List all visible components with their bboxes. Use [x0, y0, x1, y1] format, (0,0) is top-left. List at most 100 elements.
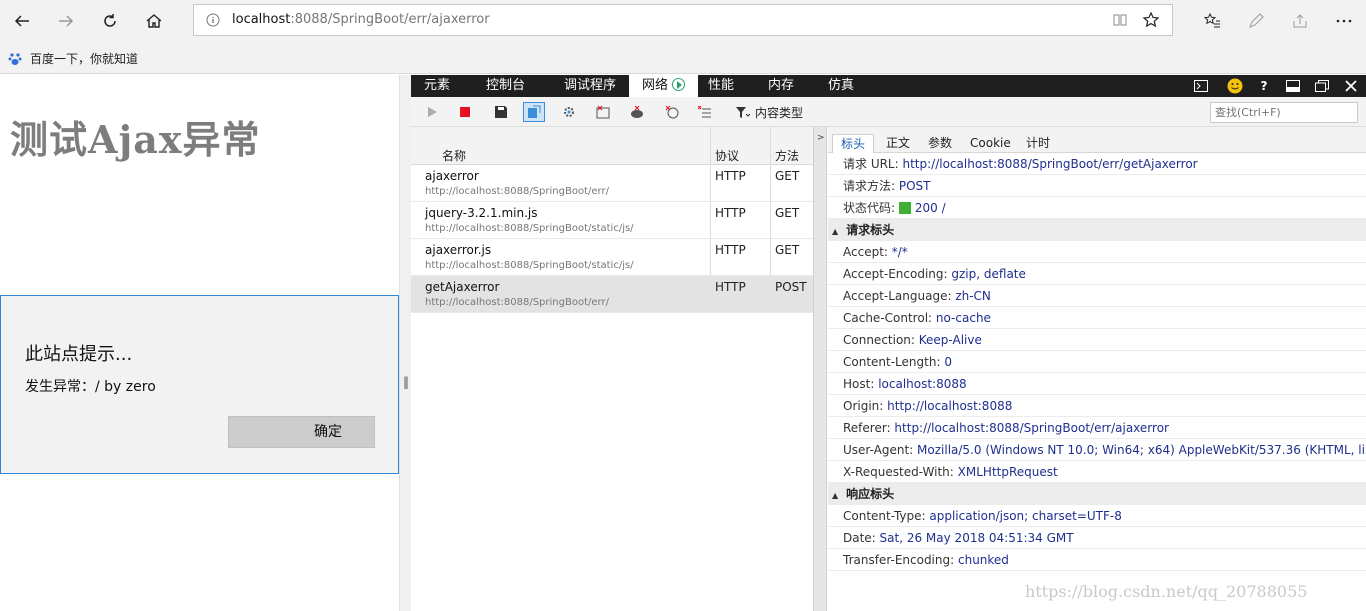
refresh-icon [104, 14, 116, 27]
column-name[interactable]: 名称 [442, 147, 466, 164]
stop-icon [460, 107, 470, 117]
ellipsis-icon [1336, 19, 1352, 23]
header-key: 请求方法: [843, 179, 899, 193]
response-headers-section[interactable]: ▲ 响应标头 [828, 483, 1366, 505]
console-toggle-icon[interactable] [1193, 78, 1209, 94]
share-icon [1293, 14, 1307, 28]
url-host: localhost [232, 12, 291, 27]
request-url: http://localhost:8088/SpringBoot/err/ [425, 297, 609, 308]
tab-elements[interactable]: 元素 [411, 75, 463, 97]
header-key: Referer: [843, 421, 895, 435]
table-row-selected[interactable]: getAjaxerror http://localhost:8088/Sprin… [411, 276, 813, 313]
page-heading: 测试Ajax异常 [10, 117, 261, 162]
details-collapse-strip[interactable]: > [814, 127, 827, 611]
clear-entries-button[interactable] [694, 102, 716, 122]
tab-network-label: 网络 [642, 78, 669, 93]
tab-network[interactable]: 网络 [629, 75, 699, 97]
more-button[interactable] [1328, 6, 1360, 36]
favorites-hub-button[interactable] [1196, 6, 1228, 36]
favorite-star-icon[interactable] [1142, 11, 1160, 32]
clear-cache-button[interactable] [592, 102, 614, 122]
header-line: Transfer-Encoding: chunked [828, 549, 1366, 571]
header-line: Origin: http://localhost:8088 [828, 395, 1366, 417]
header-line: X-Requested-With: XMLHttpRequest [828, 461, 1366, 483]
undock-icon[interactable] [1314, 78, 1330, 94]
info-icon[interactable] [206, 13, 220, 30]
find-input[interactable] [1210, 102, 1358, 123]
dialog-ok-button[interactable]: 确定 [228, 416, 375, 448]
request-list: 名称 协议 方法 ajaxerror http://localhost:8088… [411, 127, 814, 611]
header-value: 0 [944, 355, 952, 369]
share-button[interactable] [1284, 6, 1316, 36]
tab-console[interactable]: 控制台 [473, 75, 538, 97]
header-line: 请求 URL: http://localhost:8088/SpringBoot… [828, 153, 1366, 175]
forward-button[interactable] [50, 6, 82, 36]
gear-icon [564, 107, 574, 117]
start-profiling-button[interactable] [421, 102, 443, 122]
clear-cookies-button[interactable] [626, 102, 648, 122]
help-icon[interactable]: ? [1256, 78, 1272, 94]
home-button[interactable] [138, 6, 170, 36]
splitter-grip-icon[interactable]: ‖ [403, 375, 409, 389]
content-type-filter[interactable]: 内容类型 [736, 104, 803, 121]
header-value: chunked [957, 553, 1009, 567]
request-name: ajaxerror.js [425, 243, 492, 257]
header-key: Connection: [843, 333, 919, 347]
request-headers-section[interactable]: ▲ 请求标头 [828, 219, 1366, 241]
header-value: Sat, 26 May 2018 04:51:34 GMT [879, 531, 1074, 545]
header-value: http://localhost:8088 [887, 399, 1013, 413]
column-protocol[interactable]: 协议 [715, 147, 739, 164]
request-protocol: HTTP [715, 243, 746, 257]
tab-parameters[interactable]: 参数 [920, 134, 960, 153]
table-row[interactable]: jquery-3.2.1.min.js http://localhost:808… [411, 202, 813, 239]
devtools-splitter[interactable]: ‖ [399, 75, 411, 611]
request-url: http://localhost:8088/SpringBoot/err/ [425, 186, 609, 197]
tab-headers[interactable]: 标头 [832, 134, 875, 153]
status-line: 状态代码: 200 / [828, 197, 1366, 219]
back-button[interactable] [6, 6, 38, 36]
tab-cookies[interactable]: Cookie [962, 134, 1019, 153]
column-method[interactable]: 方法 [775, 147, 799, 164]
feedback-smiley-icon[interactable] [1227, 78, 1243, 94]
tab-memory[interactable]: 内存 [755, 75, 807, 97]
header-line: Content-Length: 0 [828, 351, 1366, 373]
request-url: http://localhost:8088/SpringBoot/static/… [425, 223, 634, 234]
address-bar[interactable]: localhost:8088/SpringBoot/err/ajaxerror [193, 4, 1173, 36]
web-note-button[interactable] [1240, 6, 1272, 36]
tab-performance[interactable]: 性能 [695, 75, 747, 97]
tab-emulation[interactable]: 仿真 [815, 75, 867, 97]
chevron-right-icon[interactable]: > [817, 133, 825, 143]
export-har-button[interactable] [490, 102, 512, 122]
close-icon[interactable] [1343, 78, 1359, 94]
refresh-from-server-icon [528, 105, 541, 118]
table-row[interactable]: ajaxerror http://localhost:8088/SpringBo… [411, 165, 813, 202]
always-refresh-button[interactable] [523, 102, 545, 122]
reading-view-icon[interactable] [1112, 12, 1128, 31]
request-method: GET [775, 206, 800, 220]
request-url: http://localhost:8088/SpringBoot/static/… [425, 260, 634, 271]
tab-debugger[interactable]: 调试程序 [551, 75, 629, 97]
header-key: Content-Type: [843, 509, 930, 523]
stop-profiling-button[interactable] [454, 102, 476, 122]
browser-toolbar: localhost:8088/SpringBoot/err/ajaxerror [0, 0, 1366, 42]
status-key: 状态代码: [843, 201, 899, 215]
collapse-triangle-icon: ▲ [832, 227, 839, 236]
url-text[interactable]: localhost:8088/SpringBoot/err/ajaxerror [232, 12, 490, 27]
header-key: Transfer-Encoding: [843, 553, 958, 567]
header-line: 请求方法: POST [828, 175, 1366, 197]
refresh-button[interactable] [94, 6, 126, 36]
compression-button[interactable] [558, 102, 580, 122]
record-play-icon [672, 78, 686, 91]
dock-bottom-icon[interactable] [1285, 78, 1301, 94]
request-method: GET [775, 169, 800, 183]
tab-timings[interactable]: 计时 [1018, 134, 1058, 153]
request-method: POST [775, 280, 807, 294]
request-protocol: HTTP [715, 280, 746, 294]
tab-body[interactable]: 正文 [878, 134, 918, 153]
table-row[interactable]: ajaxerror.js http://localhost:8088/Sprin… [411, 239, 813, 276]
header-value: gzip, deflate [951, 267, 1026, 281]
header-value: zh-CN [955, 289, 991, 303]
favorite-baidu[interactable]: 百度一下，你就知道 [8, 50, 138, 67]
header-line: Referer: http://localhost:8088/SpringBoo… [828, 417, 1366, 439]
clear-session-button[interactable] [661, 102, 683, 122]
